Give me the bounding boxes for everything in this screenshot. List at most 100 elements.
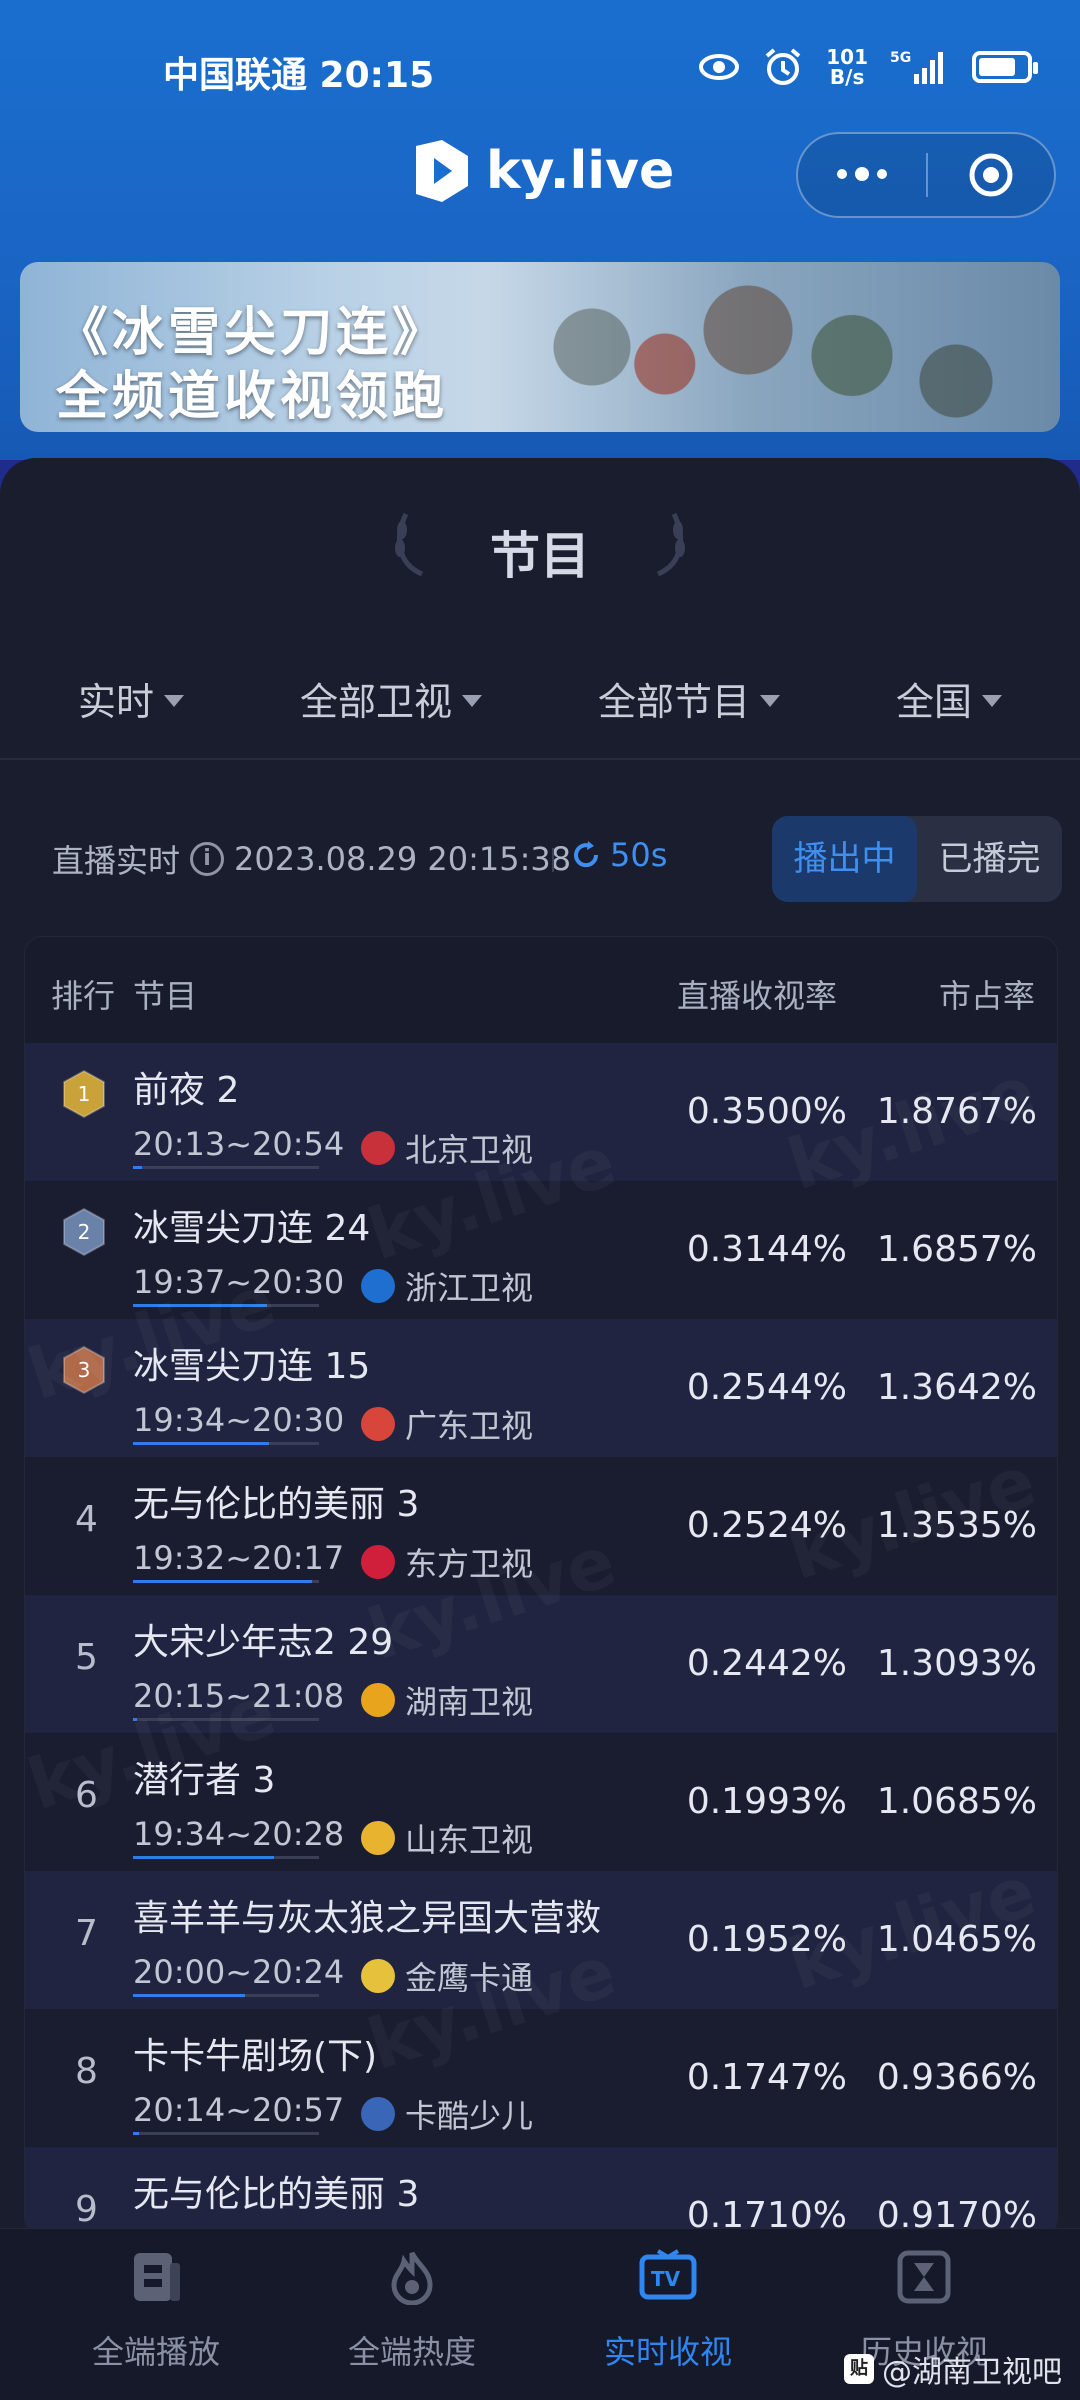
channel-logo-icon xyxy=(361,1821,395,1855)
progress-bar xyxy=(133,1718,137,1721)
top-header-area: 中国联通 20:15 101 B/s 5G ky.live 《冰雪尖刀连》 全频… xyxy=(0,0,1080,460)
table-header: 排行 节目 直播收视率 市占率 xyxy=(25,937,1057,1043)
laurel-right-icon xyxy=(656,512,685,577)
tieba-logo-icon: 贴 xyxy=(844,2354,874,2384)
table-row[interactable]: 7 喜羊羊与灰太狼之异国大营救 20:00~20:24 金鹰卡通 0.1952% 1.04… xyxy=(25,1871,1057,2009)
air-status-toggle: 播出中 已播完 xyxy=(772,816,1062,902)
rating-value: 0.1952% xyxy=(686,1919,847,1960)
filter-region[interactable]: 全国 xyxy=(896,658,1002,738)
header-rating[interactable]: 直播收视率 xyxy=(677,971,837,1017)
close-miniprogram-icon[interactable] xyxy=(928,151,1054,199)
header-share[interactable]: 市占率 xyxy=(939,971,1035,1017)
channel-logo-icon xyxy=(361,2097,395,2131)
program-name: 喜羊羊与灰太狼之异国大营救 xyxy=(133,1898,602,1939)
channel: 浙江卫视 xyxy=(361,1263,533,1309)
bottom-nav: 全端播放 全端热度 TV 实时收视 历史收视 贴 @湖南卫视吧 xyxy=(0,2228,1080,2400)
caret-down-icon xyxy=(982,695,1002,707)
header-program: 节目 xyxy=(133,977,198,1015)
nav-all-play[interactable]: 全端播放 xyxy=(56,2249,256,2373)
table-row[interactable]: 4 无与伦比的美丽 3 19:32~20:17 东方卫视 0.2524% 1.3535% xyxy=(25,1457,1057,1595)
rank-number: 4 xyxy=(75,1499,98,1540)
program-time: 19:34~20:28 xyxy=(133,1815,344,1859)
svg-text:5G: 5G xyxy=(890,50,911,66)
tv-icon: TV xyxy=(639,2249,697,2300)
eye-icon xyxy=(699,54,740,80)
nav-all-heat[interactable]: 全端热度 xyxy=(312,2249,512,2373)
svg-text:TV: TV xyxy=(651,2267,681,2291)
live-timestamp: 2023.08.29 20:15:38 xyxy=(234,840,572,878)
channel-logo-icon xyxy=(361,1407,395,1441)
live-status-row: 直播实时 i 2023.08.29 20:15:38 50s 播出中 已播完 xyxy=(52,816,1062,904)
battery-icon xyxy=(972,51,1038,83)
svg-text:3: 3 xyxy=(78,1358,91,1382)
table-row[interactable]: 2 冰雪尖刀连 24 19:37~20:30 浙江卫视 0.3144% 1.6857% xyxy=(25,1181,1057,1319)
program-name: 无与伦比的美丽 3 xyxy=(133,1484,420,1525)
rank-medal-icon: 1 xyxy=(63,1069,105,1119)
more-icon[interactable] xyxy=(798,167,926,181)
promo-banner[interactable]: 《冰雪尖刀连》 全频道收视领跑 xyxy=(20,262,1060,432)
table-row[interactable]: 1 前夜 2 20:13~20:54 北京卫视 0.3500% 1.8767% xyxy=(25,1043,1057,1181)
table-row[interactable]: 9 无与伦比的美丽 3 0.1710% 0.9170% xyxy=(25,2147,1057,2235)
watermark-credit: 贴 @湖南卫视吧 xyxy=(844,2347,1062,2391)
rank-medal-icon: 2 xyxy=(63,1207,105,1257)
rank-medal-icon: 3 xyxy=(63,1345,105,1395)
progress-bar xyxy=(133,1304,267,1307)
rating-value: 0.3500% xyxy=(686,1091,847,1132)
channel: 湖南卫视 xyxy=(361,1677,533,1723)
alarm-icon xyxy=(765,48,801,85)
net-speed: 101 B/s xyxy=(826,45,868,89)
rank-number: 9 xyxy=(75,2189,98,2230)
program-name: 潜行者 3 xyxy=(133,1760,276,1801)
progress-bar xyxy=(133,1856,274,1859)
progress-bar xyxy=(133,1442,269,1445)
live-label: 直播实时 xyxy=(52,842,181,880)
program-time: 19:37~20:30 xyxy=(133,1263,344,1307)
program-name: 大宋少年志2 29 xyxy=(133,1622,394,1663)
nav-realtime-ratings[interactable]: TV 实时收视 xyxy=(568,2249,768,2373)
table-row[interactable]: 8 卡卡牛剧场(下) 20:14~20:57 卡酷少儿 0.1747% 0.9366% xyxy=(25,2009,1057,2147)
rank-number: 7 xyxy=(75,1913,98,1954)
share-value: 1.3642% xyxy=(876,1367,1037,1408)
brand-name: ky.live xyxy=(486,141,675,201)
flame-icon xyxy=(391,2251,433,2306)
carrier-time: 中国联通 20:15 xyxy=(163,55,435,96)
section-title: 节目 xyxy=(490,527,590,585)
svg-text:1: 1 xyxy=(78,1082,91,1106)
refresh-countdown[interactable]: 50s xyxy=(570,836,667,874)
rank-number: 5 xyxy=(75,1637,98,1678)
header-rank: 排行 xyxy=(51,977,116,1015)
channel-logo-icon xyxy=(361,1131,395,1165)
table-row[interactable]: 5 大宋少年志2 29 20:15~21:08 湖南卫视 0.2442% 1.3093% xyxy=(25,1595,1057,1733)
share-value: 1.8767% xyxy=(876,1091,1037,1132)
info-icon[interactable]: i xyxy=(190,842,225,876)
program-name: 卡卡牛剧场(下) xyxy=(133,2036,378,2077)
tab-on-air[interactable]: 播出中 xyxy=(772,816,917,902)
rank-number: 6 xyxy=(75,1775,98,1816)
channel-logo-icon xyxy=(361,1683,395,1717)
hourglass-icon xyxy=(897,2250,951,2304)
caret-down-icon xyxy=(164,695,184,707)
share-value: 1.0685% xyxy=(876,1781,1037,1822)
filter-channel[interactable]: 全部卫视 xyxy=(300,658,482,738)
program-time: 19:32~20:17 xyxy=(133,1539,344,1583)
table-row[interactable]: 3 冰雪尖刀连 15 19:34~20:30 广东卫视 0.2544% 1.3642% xyxy=(25,1319,1057,1457)
share-value: 1.3535% xyxy=(876,1505,1037,1546)
banner-line2: 全频道收视领跑 xyxy=(56,367,449,427)
tab-finished[interactable]: 已播完 xyxy=(917,816,1062,902)
channel: 卡酷少儿 xyxy=(361,2091,533,2137)
filter-program[interactable]: 全部节目 xyxy=(598,658,780,738)
table-row[interactable]: 6 潜行者 3 19:34~20:28 山东卫视 0.1993% 1.0685% xyxy=(25,1733,1057,1871)
channel: 北京卫视 xyxy=(361,1125,533,1171)
refresh-icon xyxy=(574,841,599,868)
ratings-panel: 节目 实时 全部卫视 全部节目 全国 直播实时 i 2023.08.29 20:… xyxy=(0,458,1080,2236)
rating-value: 0.2544% xyxy=(686,1367,847,1408)
filter-time[interactable]: 实时 xyxy=(78,658,184,738)
program-time: 20:00~20:24 xyxy=(133,1953,344,1997)
progress-bar xyxy=(133,1580,312,1583)
rating-value: 0.3144% xyxy=(686,1229,847,1270)
rating-value: 0.1993% xyxy=(686,1781,847,1822)
program-name: 冰雪尖刀连 24 xyxy=(133,1208,371,1249)
caret-down-icon xyxy=(760,695,780,707)
progress-track xyxy=(133,1718,319,1721)
program-name: 无与伦比的美丽 3 xyxy=(133,2174,420,2215)
